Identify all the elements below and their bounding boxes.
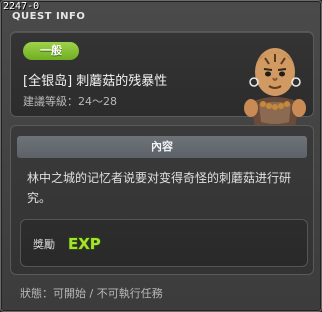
reward-panel: 獎勵 EXP: [20, 219, 308, 267]
quest-info-window: 2247-0 QUEST INFO 一般 [全银岛] 刺蘑菇的残暴性 建議等級：…: [0, 0, 322, 312]
reward-label: 獎勵: [33, 238, 55, 251]
npc-portrait-icon: [244, 48, 306, 136]
exp-label: EXP: [68, 235, 101, 253]
quest-header-panel: 一般 [全银岛] 刺蘑菇的残暴性 建議等級：24～28: [10, 31, 314, 136]
quest-grade-badge: 一般: [23, 42, 79, 60]
quest-description: 林中之城的记忆者说要对变得奇怪的刺蘑菇进行研究。: [27, 171, 292, 205]
recommended-level: 建議等級：24～28: [23, 95, 117, 108]
quest-status: 狀態：可開始 / 不可執行任務: [20, 287, 163, 300]
exp-icon[interactable]: EXP: [66, 231, 106, 255]
window-title: QUEST INFO: [12, 11, 86, 22]
content-section-title: 內容: [17, 136, 307, 158]
quest-content-panel: 內容 林中之城的记忆者说要对变得奇怪的刺蘑菇进行研究。 獎勵 EXP: [10, 125, 314, 275]
quest-name: [全银岛] 刺蘑菇的残暴性: [23, 74, 168, 89]
